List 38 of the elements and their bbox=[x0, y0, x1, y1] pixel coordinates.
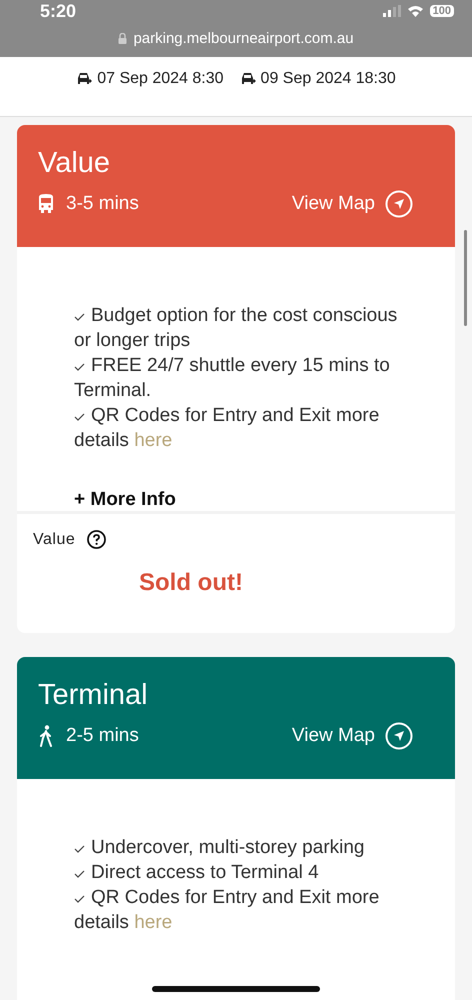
feature-text: Undercover, multi-storey parking bbox=[74, 835, 404, 860]
travel-time: 3-5 mins bbox=[66, 193, 139, 215]
car-icon bbox=[76, 72, 92, 86]
bus-icon bbox=[38, 194, 54, 214]
feature-text: Budget option for the cost conscious or longer trips bbox=[74, 304, 398, 353]
product-title: Value bbox=[38, 147, 110, 180]
feature-text: QR Codes for Entry and Exit more details here bbox=[74, 886, 380, 935]
car-icon bbox=[240, 72, 256, 86]
date-time: 09 Sep 2024 18:30 bbox=[260, 70, 396, 88]
check-icon bbox=[74, 313, 85, 321]
status-time: 5:20 bbox=[40, 0, 76, 22]
view-map-link[interactable]: View Map bbox=[292, 722, 413, 750]
walking-person-icon bbox=[38, 725, 54, 747]
check-icon bbox=[74, 363, 85, 371]
feature-text: QR Codes for Entry and Exit more details here bbox=[74, 404, 380, 453]
check-icon bbox=[74, 870, 85, 878]
check-icon bbox=[74, 845, 85, 853]
date-time: 07 Sep 2024 8:30 bbox=[97, 70, 224, 88]
navigation-icon bbox=[385, 722, 413, 750]
navigation-icon bbox=[385, 190, 413, 218]
travel-time: 2-5 mins bbox=[66, 725, 139, 747]
check-icon bbox=[74, 895, 85, 903]
signal-icon bbox=[382, 5, 401, 17]
product-title: Terminal bbox=[38, 679, 148, 712]
battery-level: 100 bbox=[430, 5, 454, 17]
wifi-icon bbox=[406, 5, 424, 17]
more-info-button[interactable]: + More Info bbox=[74, 489, 176, 511]
sold-out-text: Sold out! bbox=[138, 569, 244, 597]
check-icon bbox=[74, 413, 85, 421]
url-text[interactable]: parking.melbourneairport.com.au bbox=[133, 30, 354, 46]
feature-text: FREE 24/7 shuttle every 15 mins to Terminal. bbox=[74, 354, 391, 403]
here-link[interactable]: here bbox=[134, 430, 172, 451]
view-map-link[interactable]: View Map bbox=[292, 190, 413, 218]
price-label: Value bbox=[33, 530, 76, 548]
help-icon[interactable] bbox=[87, 530, 106, 549]
feature-text: Direct access to Terminal 4 bbox=[74, 860, 404, 885]
here-link[interactable]: here bbox=[134, 912, 172, 933]
lock-icon bbox=[118, 32, 128, 44]
